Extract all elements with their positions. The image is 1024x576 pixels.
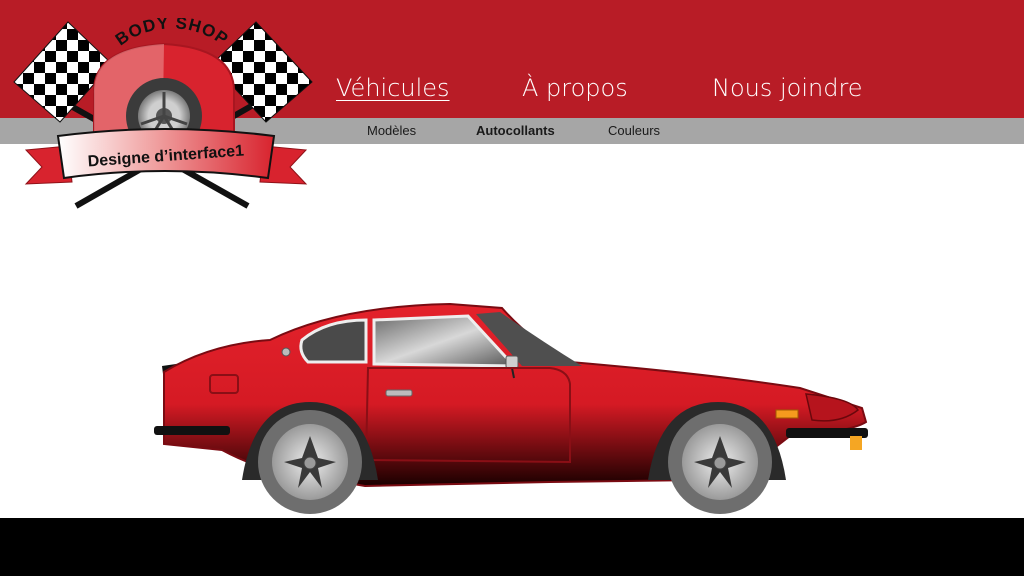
subnav-autocollants-link[interactable]: Autocollants bbox=[476, 123, 555, 138]
indicator-light bbox=[775, 409, 799, 419]
nav-apropos-link[interactable]: À propos bbox=[522, 74, 628, 102]
rear-wheel bbox=[258, 410, 362, 514]
footer-bar bbox=[0, 518, 1024, 576]
front-wheel bbox=[668, 410, 772, 514]
nav-nous-joindre-link[interactable]: Nous joindre bbox=[712, 74, 863, 102]
nav-vehicules-link[interactable]: Véhicules bbox=[336, 74, 450, 102]
body-shop-logo[interactable]: BODY SHOP Designe d’interface1 bbox=[12, 18, 317, 213]
door-handle bbox=[385, 389, 413, 397]
red-sports-car-image bbox=[154, 302, 868, 514]
subnav-modeles-link[interactable]: Modèles bbox=[367, 123, 416, 138]
subnav-couleurs-link[interactable]: Couleurs bbox=[608, 123, 660, 138]
